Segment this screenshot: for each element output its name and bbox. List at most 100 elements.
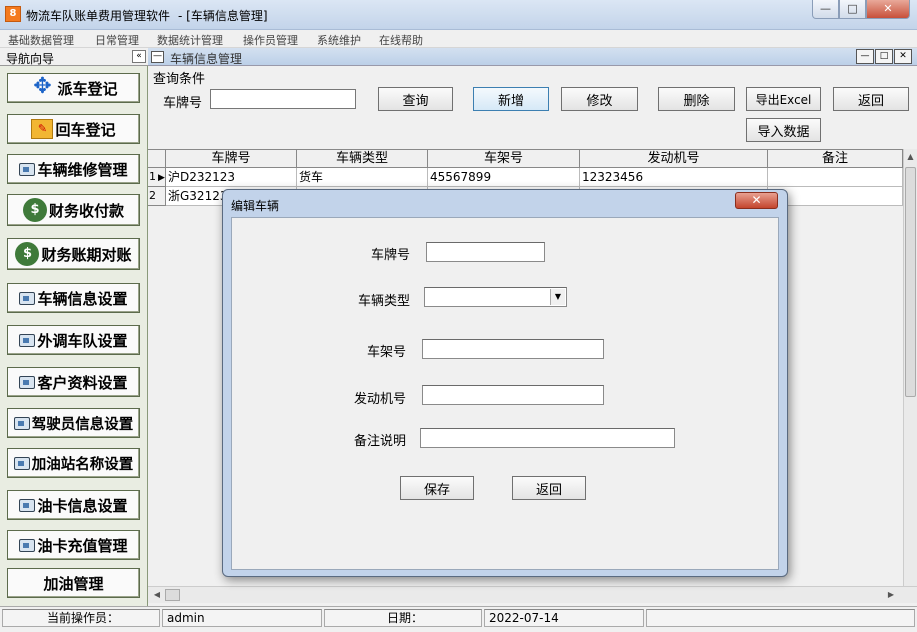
nav-fuel-card-recharge[interactable]: 油卡充值管理 — [7, 530, 140, 560]
nav-label: 客户资料设置 — [37, 373, 128, 392]
nav-label: 回车登记 — [55, 120, 116, 139]
scroll-thumb[interactable] — [905, 167, 916, 397]
scroll-left-icon[interactable]: ◀ — [150, 588, 164, 602]
nav-label: 油卡充值管理 — [37, 536, 128, 555]
nav-repair[interactable]: 车辆维修管理 — [7, 154, 140, 184]
type-field-label: 车辆类型 — [357, 294, 410, 309]
form-icon — [19, 538, 36, 552]
menu-daily[interactable]: 日常管理 — [95, 32, 139, 48]
table-cell[interactable] — [768, 168, 903, 187]
plate-search-input[interactable] — [210, 89, 356, 109]
nav-external-fleet[interactable]: 外调车队设置 — [7, 325, 140, 355]
status-bar: 当前操作员： admin 日期： 2022-07-14 — [0, 606, 917, 632]
table-cell[interactable]: 12323456 — [580, 168, 768, 187]
nav-label: 财务账期对账 — [41, 245, 132, 264]
money-bag-icon: $ — [15, 242, 40, 266]
money-bag-icon: $ — [22, 198, 47, 222]
child-minimize-button[interactable]: — — [856, 49, 874, 64]
nav-gas-stations[interactable]: 加油站名称设置 — [7, 448, 140, 478]
table-cell[interactable]: 货车 — [297, 168, 428, 187]
form-icon — [19, 162, 36, 176]
save-button[interactable]: 保存 — [400, 476, 474, 500]
nav-dispatch[interactable]: ✥ 派车登记 — [7, 73, 140, 103]
back-button[interactable]: 返回 — [833, 87, 909, 111]
vertical-scrollbar[interactable]: ▲ — [903, 149, 917, 586]
table-cell[interactable] — [768, 187, 903, 206]
nav-drivers[interactable]: 驾驶员信息设置 — [7, 408, 140, 438]
nav-title: 导航向导 — [6, 52, 55, 66]
operator-label: 当前操作员： — [2, 609, 160, 627]
dialog-back-button[interactable]: 返回 — [512, 476, 586, 500]
query-button[interactable]: 查询 — [378, 87, 453, 111]
nav-refuel[interactable]: 加油管理 — [7, 568, 140, 598]
arrows-icon: ✥ — [33, 74, 52, 99]
column-header-plate[interactable]: 车牌号 — [166, 150, 297, 168]
column-header-note[interactable]: 备注 — [768, 150, 903, 168]
delete-button[interactable]: 删除 — [658, 87, 735, 111]
vehicle-type-select[interactable]: ▼ — [424, 287, 567, 307]
dialog-close-button[interactable]: ✕ — [735, 192, 778, 209]
form-icon — [19, 498, 36, 512]
form-icon — [19, 375, 36, 389]
dialog-title: 编辑车辆 — [231, 199, 280, 213]
menu-help[interactable]: 在线帮助 — [379, 32, 423, 48]
collapse-icon[interactable]: « — [132, 50, 146, 63]
plate-field-label: 车牌号 — [370, 248, 410, 263]
nav-customers[interactable]: 客户资料设置 — [7, 367, 140, 397]
nav-label: 外调车队设置 — [37, 331, 128, 350]
nav-label: 车辆维修管理 — [37, 160, 128, 179]
child-close-button[interactable]: ✕ — [894, 49, 912, 64]
column-header-engine[interactable]: 发动机号 — [580, 150, 768, 168]
column-header-type[interactable]: 车辆类型 — [297, 150, 428, 168]
nav-label: 驾驶员信息设置 — [31, 416, 134, 433]
dialog-body: 车牌号 车辆类型 ▼ 车架号 发动机号 备注说明 保存 返回 — [231, 217, 779, 570]
nav-vehicle-info[interactable]: 车辆信息设置 — [7, 283, 140, 313]
engine-number-field[interactable] — [422, 385, 604, 405]
frame-number-field[interactable] — [422, 339, 604, 359]
nav-panel: 导航向导 « ✥ 派车登记 ✎ 回车登记 车辆维修管理 $ 财务收付款 $ 财务… — [0, 48, 148, 606]
nav-label: 油卡信息设置 — [37, 496, 128, 515]
table-cell[interactable]: 45567899 — [428, 168, 580, 187]
app-icon: 8 — [5, 6, 21, 22]
minimize-button[interactable]: — — [812, 0, 839, 19]
scroll-up-icon[interactable]: ▲ — [904, 149, 917, 165]
menu-basic-data[interactable]: 基础数据管理 — [8, 32, 74, 48]
edit-vehicle-dialog: 编辑车辆 ✕ 车牌号 车辆类型 ▼ 车架号 发动机号 备注说明 保存 返回 — [222, 189, 788, 577]
operator-value: admin — [162, 609, 322, 627]
close-button[interactable]: ✕ — [866, 0, 910, 19]
edit-button[interactable]: 修改 — [561, 87, 638, 111]
form-icon — [19, 333, 36, 347]
system-menu-icon[interactable]: — — [151, 51, 164, 63]
import-data-button[interactable]: 导入数据 — [746, 118, 821, 142]
chevron-down-icon[interactable]: ▼ — [550, 289, 565, 305]
date-label: 日期： — [324, 609, 482, 627]
table-cell[interactable]: 沪D232123 — [166, 168, 297, 187]
nav-fuel-card-info[interactable]: 油卡信息设置 — [7, 490, 140, 520]
folder-icon: ✎ — [31, 119, 54, 139]
plate-field[interactable] — [426, 242, 545, 262]
horizontal-scroll-thumb[interactable] — [165, 589, 180, 601]
app-title: 物流车队账单费用管理软件 — [26, 9, 171, 23]
maximize-button[interactable]: □ — [839, 0, 866, 19]
row-header[interactable]: 2 — [148, 187, 166, 206]
nav-finance-reconcile[interactable]: $ 财务账期对账 — [7, 238, 140, 270]
menu-operators[interactable]: 操作员管理 — [243, 32, 298, 48]
row-number: 2 — [149, 189, 156, 202]
form-icon — [13, 416, 30, 430]
menu-system[interactable]: 系统维护 — [317, 32, 361, 48]
note-field[interactable] — [420, 428, 675, 448]
scroll-right-icon[interactable]: ▶ — [884, 588, 898, 602]
export-excel-button[interactable]: 导出Excel — [746, 87, 821, 111]
nav-label: 加油站名称设置 — [31, 456, 134, 473]
menu-statistics[interactable]: 数据统计管理 — [157, 32, 223, 48]
column-header-frame[interactable]: 车架号 — [428, 150, 580, 168]
form-icon — [19, 291, 36, 305]
child-maximize-button[interactable]: □ — [875, 49, 893, 64]
row-header[interactable]: 1 ▶ — [148, 168, 166, 187]
nav-finance-pay[interactable]: $ 财务收付款 — [7, 194, 140, 226]
nav-return[interactable]: ✎ 回车登记 — [7, 114, 140, 144]
frame-field-label: 车架号 — [366, 345, 406, 360]
horizontal-scrollbar[interactable]: ◀ ▶ — [148, 586, 917, 603]
status-empty-panel — [646, 609, 915, 627]
add-button[interactable]: 新增 — [473, 87, 549, 111]
